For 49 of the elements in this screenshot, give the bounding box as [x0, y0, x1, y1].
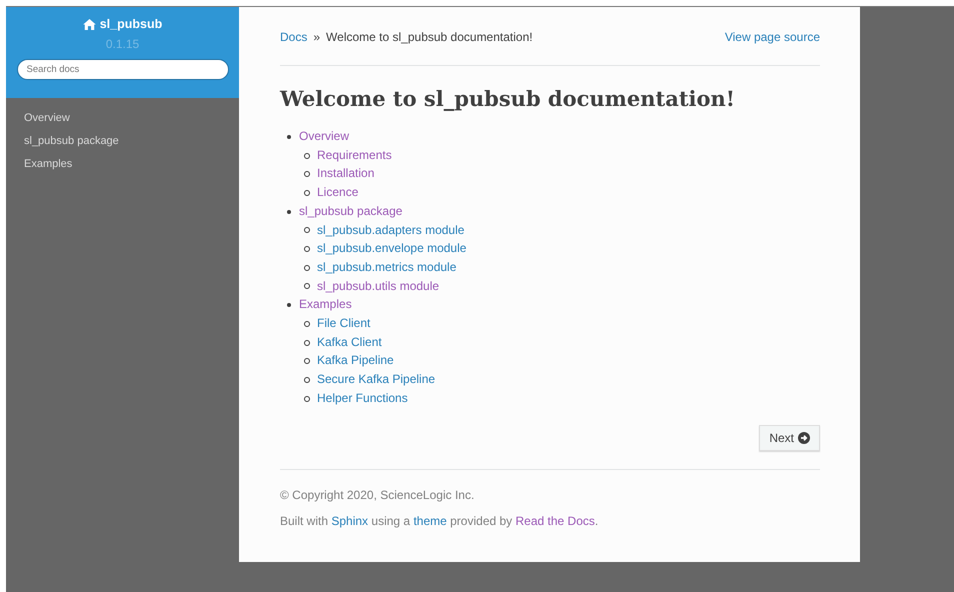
- next-button[interactable]: Next: [759, 424, 820, 451]
- circle-bullet-icon: [304, 264, 310, 271]
- footer-link[interactable]: Sphinx: [331, 514, 368, 528]
- toc-link[interactable]: sl_pubsub.utils module: [317, 278, 440, 293]
- arrow-circle-icon: [798, 432, 810, 444]
- footer-link[interactable]: Read the Docs: [516, 514, 595, 528]
- bullet-icon: [287, 134, 291, 139]
- breadcrumb-text: Welcome to sl_pubsub documentation!: [326, 30, 533, 44]
- page-title: Welcome to sl_pubsub documentation!: [280, 86, 736, 111]
- sidebar-link[interactable]: Examples: [24, 156, 221, 172]
- toc-link[interactable]: Examples: [299, 297, 352, 312]
- toc-link[interactable]: sl_pubsub.adapters module: [317, 222, 464, 237]
- project-home-link[interactable]: sl_pubsub: [82, 17, 162, 31]
- toc-link[interactable]: Helper Functions: [317, 390, 408, 405]
- circle-bullet-icon: [304, 396, 310, 402]
- circle-bullet-icon: [304, 246, 310, 252]
- search-field[interactable]: Search docs: [16, 59, 228, 80]
- bullet-icon: [287, 210, 291, 214]
- breadcrumb-text: »: [313, 30, 320, 44]
- circle-bullet-icon: [304, 171, 310, 178]
- circle-bullet-icon: [304, 152, 310, 159]
- circle-bullet-icon: [304, 227, 310, 234]
- circle-bullet-icon: [304, 190, 310, 196]
- circle-bullet-icon: [304, 358, 310, 364]
- toc-link[interactable]: Secure Kafka Pipeline: [317, 372, 436, 386]
- sidebar-link[interactable]: sl_pubsub package: [24, 133, 221, 149]
- toc-link[interactable]: Kafka Pipeline: [317, 353, 394, 368]
- toc-link[interactable]: sl_pubsub package: [299, 204, 402, 218]
- toc-link[interactable]: File Client: [317, 316, 370, 330]
- built-with-text: Built with Sphinx using a theme provided by Read the Docs.: [280, 514, 600, 528]
- version-label: 0.1.15: [106, 37, 140, 51]
- home-icon: [82, 18, 96, 30]
- circle-bullet-icon: [304, 320, 310, 327]
- copyright-text: © Copyright 2020, ScienceLogic Inc.: [280, 488, 476, 502]
- toc-link[interactable]: Overview: [299, 129, 350, 143]
- toc-link[interactable]: Requirements: [317, 148, 392, 162]
- view-source-link[interactable]: View page source: [724, 30, 820, 44]
- toc-link[interactable]: sl_pubsub.metrics module: [317, 260, 456, 274]
- circle-bullet-icon: [304, 340, 310, 346]
- toc-link[interactable]: Installation: [317, 166, 374, 180]
- footer-link[interactable]: theme: [413, 514, 447, 528]
- bullet-icon: [287, 303, 291, 308]
- circle-bullet-icon: [304, 283, 310, 290]
- toc-link[interactable]: Licence: [317, 185, 358, 200]
- sidebar-link[interactable]: Overview: [24, 110, 221, 126]
- toc-link[interactable]: Kafka Client: [317, 334, 382, 349]
- circle-bullet-icon: [304, 376, 310, 383]
- toc-link[interactable]: sl_pubsub.envelope module: [317, 241, 466, 256]
- breadcrumb-link[interactable]: Docs: [280, 30, 308, 44]
